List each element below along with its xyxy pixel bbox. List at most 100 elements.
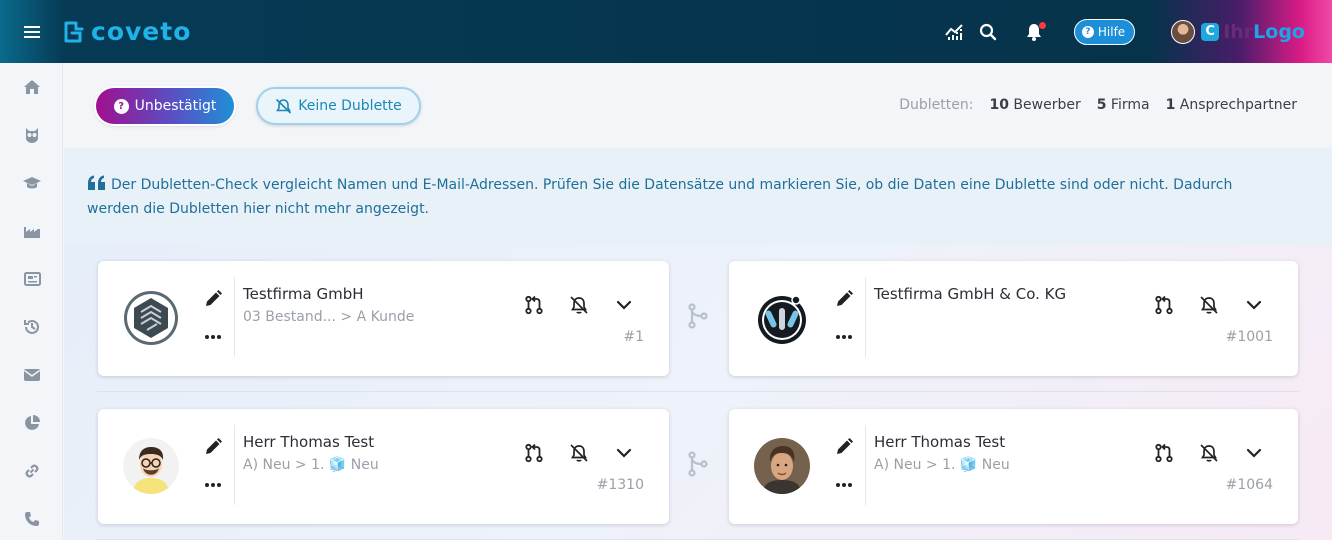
git-merge-icon (688, 303, 708, 329)
stat-candidates[interactable]: 10 Bewerber (989, 97, 1080, 113)
duplicate-list: Testfirma GmbH 03 Bestand... > A Kunde #… (64, 245, 1332, 540)
edit-button[interactable] (202, 436, 224, 458)
merge-button[interactable] (1152, 293, 1175, 316)
notification-dot (1038, 21, 1046, 29)
record-name[interactable]: Testfirma GmbH & Co. KG (874, 285, 1066, 303)
more-button[interactable] (202, 326, 224, 348)
app-logo[interactable]: coveto (63, 17, 191, 46)
brand-mark-icon: C (1201, 22, 1220, 41)
record-name[interactable]: Herr Thomas Test (243, 433, 374, 451)
person-avatar (754, 438, 810, 494)
record-id: #1310 (596, 477, 644, 493)
git-merge-icon (688, 451, 708, 477)
bell-slash-icon (276, 98, 292, 114)
factory-icon (23, 227, 40, 238)
git-pull-request-icon (1154, 295, 1173, 314)
user-avatar[interactable] (1171, 19, 1196, 44)
unconfirmed-filter-button[interactable]: ? Unbestätigt (96, 88, 234, 124)
record-status: A) Neu > 1. 🧊 Neu (874, 457, 1010, 473)
chevron-down-icon (1246, 300, 1261, 310)
home-icon (23, 80, 40, 94)
more-button[interactable] (833, 474, 855, 496)
merge-button[interactable] (522, 441, 545, 464)
brand-text: IhrLogo (1223, 20, 1305, 43)
record-status: 03 Bestand... > A Kunde (243, 309, 415, 325)
record-id: #1064 (1225, 477, 1273, 493)
more-button[interactable] (833, 326, 855, 348)
search-button[interactable] (970, 14, 1006, 50)
info-text: Der Dubletten-Check vergleicht Namen und… (87, 175, 1233, 217)
stat-companies[interactable]: 5 Firma (1097, 97, 1150, 113)
history-icon (23, 319, 39, 334)
duplicate-stats: Dubletten: 10 Bewerber 5 Firma 1 Ansprec… (899, 97, 1297, 113)
stat-contacts[interactable]: 1 Ansprechpartner (1166, 97, 1297, 113)
ellipsis-icon (836, 483, 852, 487)
search-icon (979, 23, 997, 40)
mark-no-duplicate-button[interactable] (1197, 293, 1220, 316)
mark-no-duplicate-button[interactable] (567, 441, 590, 464)
record-card[interactable]: Herr Thomas Test A) Neu > 1. 🧊 Neu #1064 (729, 409, 1298, 524)
sidebar-item-candidates[interactable] (0, 111, 63, 159)
record-card[interactable]: Herr Thomas Test A) Neu > 1. 🧊 Neu #1310 (98, 409, 669, 524)
chart-icon (945, 23, 963, 40)
bell-slash-icon (1199, 443, 1218, 462)
sidebar-item-companies[interactable] (0, 207, 63, 255)
pencil-icon (837, 438, 853, 454)
analytics-button[interactable] (937, 14, 973, 50)
sidebar-item-mail[interactable] (0, 351, 63, 399)
record-card[interactable]: Testfirma GmbH 03 Bestand... > A Kunde #… (98, 261, 669, 376)
mail-icon (23, 369, 40, 381)
chevron-down-icon (616, 300, 631, 310)
sidebar-item-history[interactable] (0, 303, 63, 351)
edit-button[interactable] (833, 436, 855, 458)
mark-no-duplicate-button[interactable] (1197, 441, 1220, 464)
pie-chart-icon (24, 415, 40, 430)
edit-button[interactable] (833, 288, 855, 310)
quote-icon (88, 175, 105, 190)
mark-no-duplicate-button[interactable] (567, 293, 590, 316)
merge-button[interactable] (522, 293, 545, 316)
expand-button[interactable] (612, 441, 635, 464)
sidebar (0, 63, 63, 540)
sidebar-item-education[interactable] (0, 159, 63, 207)
top-bar: coveto ? Hilfe C IhrLogo (0, 0, 1332, 63)
phone-icon (24, 512, 39, 526)
question-icon: ? (113, 98, 129, 114)
sidebar-item-links[interactable] (0, 447, 63, 495)
record-name[interactable]: Testfirma GmbH (243, 285, 364, 303)
ellipsis-icon (205, 483, 221, 487)
expand-button[interactable] (1242, 293, 1265, 316)
unconfirmed-label: Unbestätigt (134, 98, 217, 114)
no-duplicate-label: Keine Dublette (298, 98, 402, 114)
pencil-icon (837, 290, 853, 306)
more-button[interactable] (202, 474, 224, 496)
chevron-down-icon (1246, 448, 1261, 458)
record-id: #1001 (1225, 329, 1273, 345)
sidebar-item-reports[interactable] (0, 399, 63, 447)
stats-label: Dubletten: (899, 97, 974, 113)
menu-button[interactable] (0, 0, 63, 63)
help-button[interactable]: ? Hilfe (1073, 18, 1136, 45)
company-logo (754, 290, 810, 346)
merge-button[interactable] (1152, 441, 1175, 464)
expand-button[interactable] (1242, 441, 1265, 464)
record-id: #1 (623, 329, 644, 345)
edit-button[interactable] (202, 288, 224, 310)
bell-slash-icon (1199, 295, 1218, 314)
owl-icon (25, 128, 38, 143)
bell-slash-icon (569, 443, 588, 462)
no-duplicate-filter-button[interactable]: Keine Dublette (256, 87, 421, 125)
question-icon: ? (1081, 25, 1094, 38)
sidebar-item-news[interactable] (0, 255, 63, 303)
record-name[interactable]: Herr Thomas Test (874, 433, 1005, 451)
expand-button[interactable] (612, 293, 635, 316)
logo-text: coveto (91, 17, 192, 46)
ellipsis-icon (205, 335, 221, 339)
ellipsis-icon (836, 335, 852, 339)
notifications-button[interactable] (1016, 14, 1052, 50)
git-pull-request-icon (524, 443, 543, 462)
record-card[interactable]: Testfirma GmbH & Co. KG #1001 (729, 261, 1298, 376)
sidebar-item-phone[interactable] (0, 495, 63, 540)
sidebar-item-home[interactable] (0, 63, 63, 111)
company-logo (123, 290, 179, 346)
